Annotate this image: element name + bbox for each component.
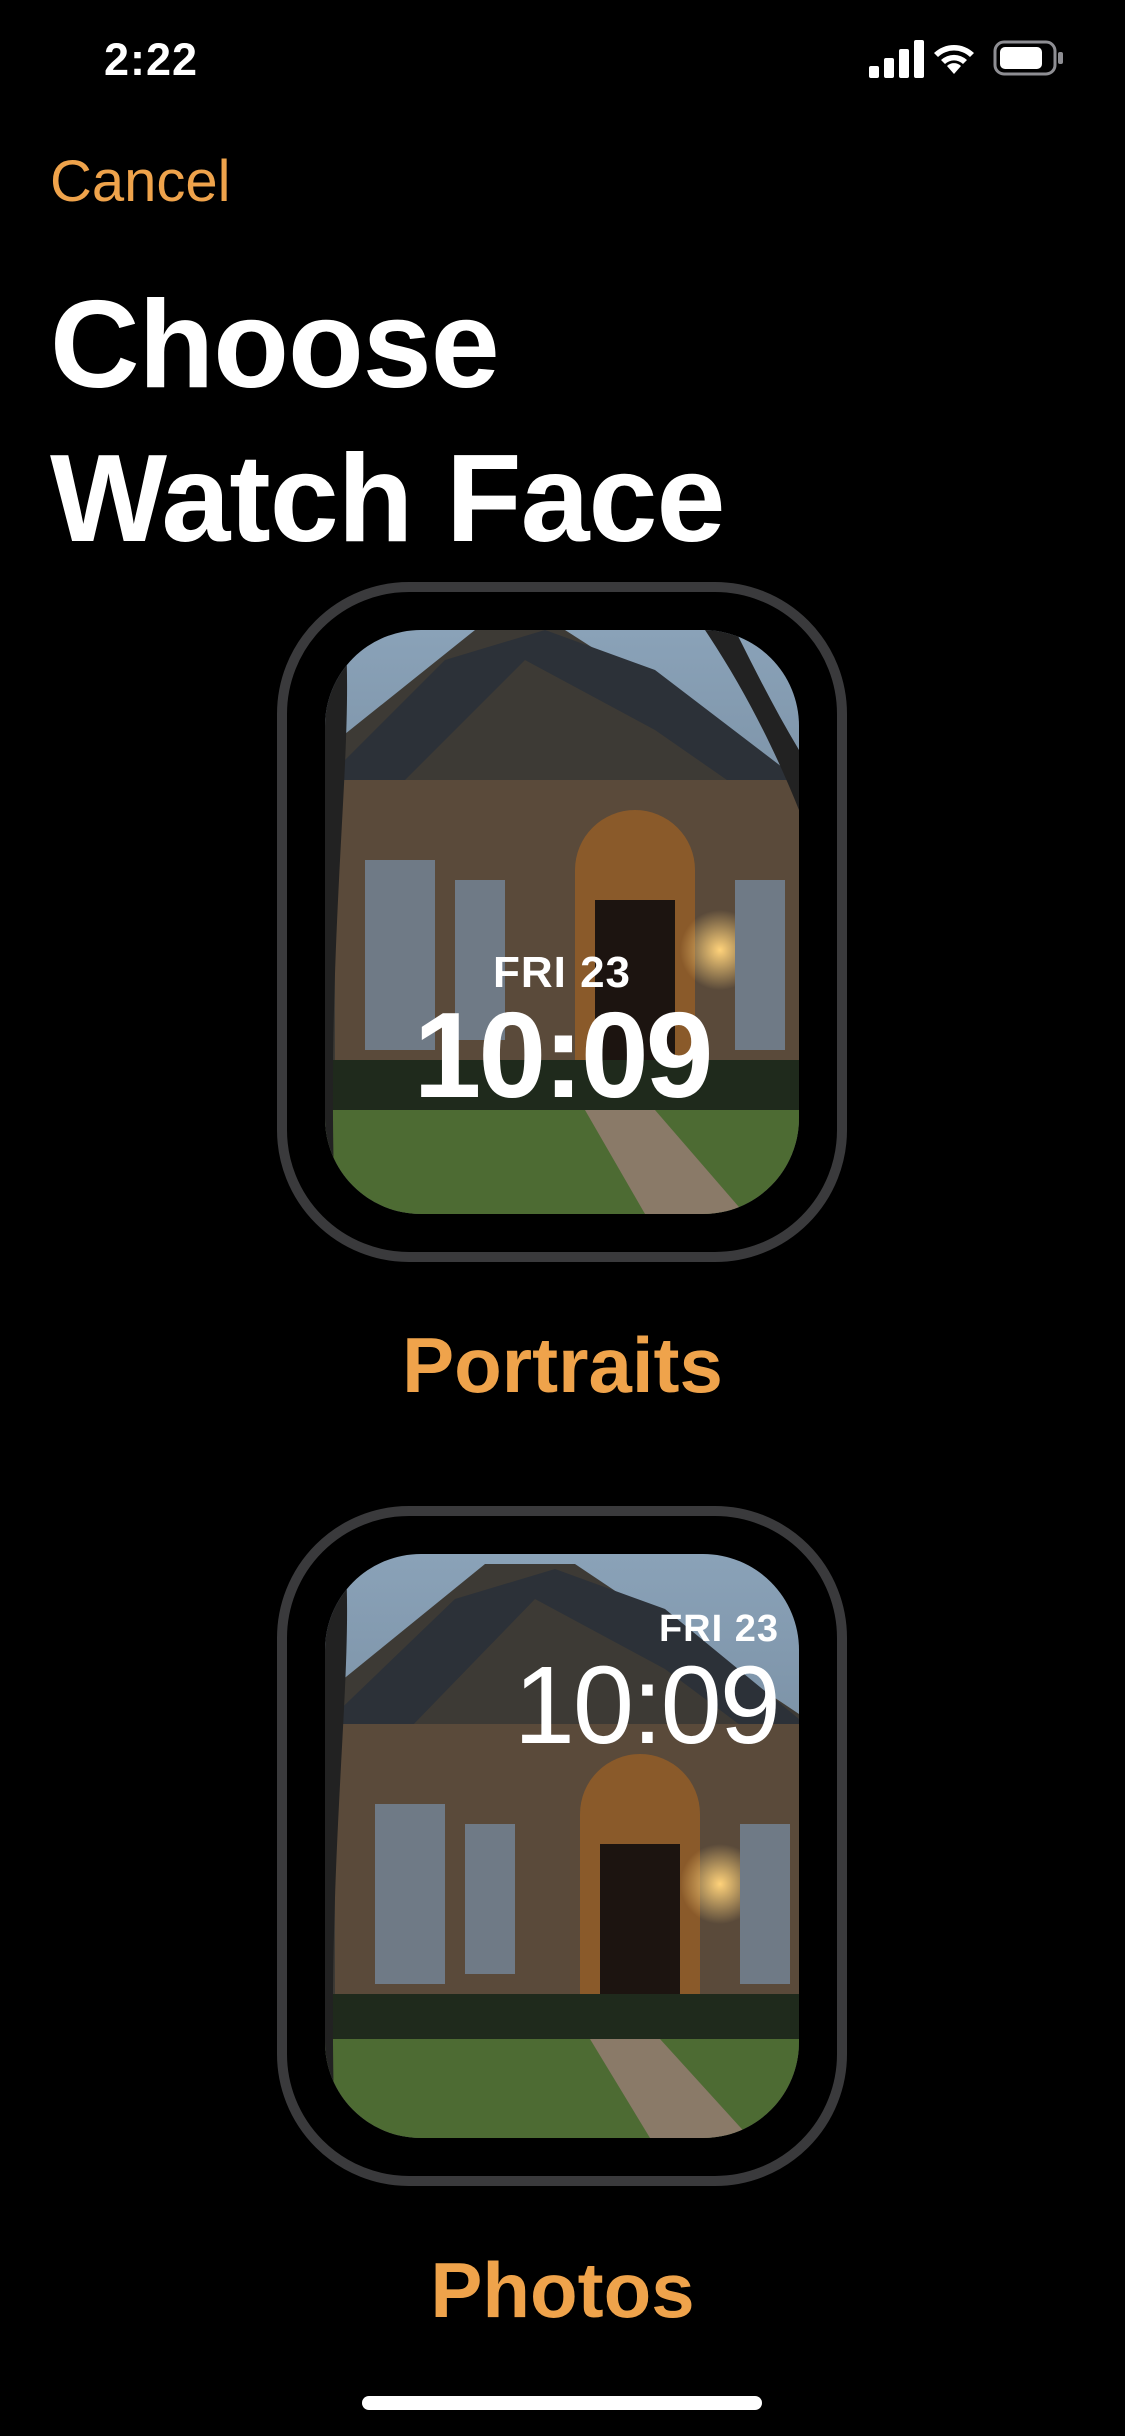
page-title-line-2: Watch Face: [50, 430, 725, 568]
battery-icon: [993, 40, 1063, 76]
face-label-portraits[interactable]: Portraits: [0, 1320, 1125, 1411]
watch-face-preview-portraits[interactable]: FRI 23 10:09: [277, 582, 847, 1262]
page-title-line-1: Choose: [50, 276, 500, 414]
status-time: 2:22: [104, 34, 199, 85]
watch-screen: FRI 23 10:09: [325, 630, 799, 1214]
watch-screen: FRI 23 10:09: [325, 1554, 799, 2138]
house-photo: [325, 630, 799, 1214]
watch-face-preview-photos[interactable]: FRI 23 10:09: [277, 1506, 847, 2186]
home-indicator[interactable]: [362, 2396, 762, 2410]
cellular-signal-icon: [869, 40, 924, 78]
watch-time: 10:09: [413, 987, 713, 1123]
status-bar: 2:22: [0, 0, 1125, 130]
cancel-button[interactable]: Cancel: [50, 148, 231, 215]
face-label-photos[interactable]: Photos: [0, 2245, 1125, 2336]
page-title: Choose Watch Face: [50, 268, 725, 576]
wifi-icon: [934, 45, 974, 74]
watch-time: 10:09: [513, 1644, 781, 1767]
